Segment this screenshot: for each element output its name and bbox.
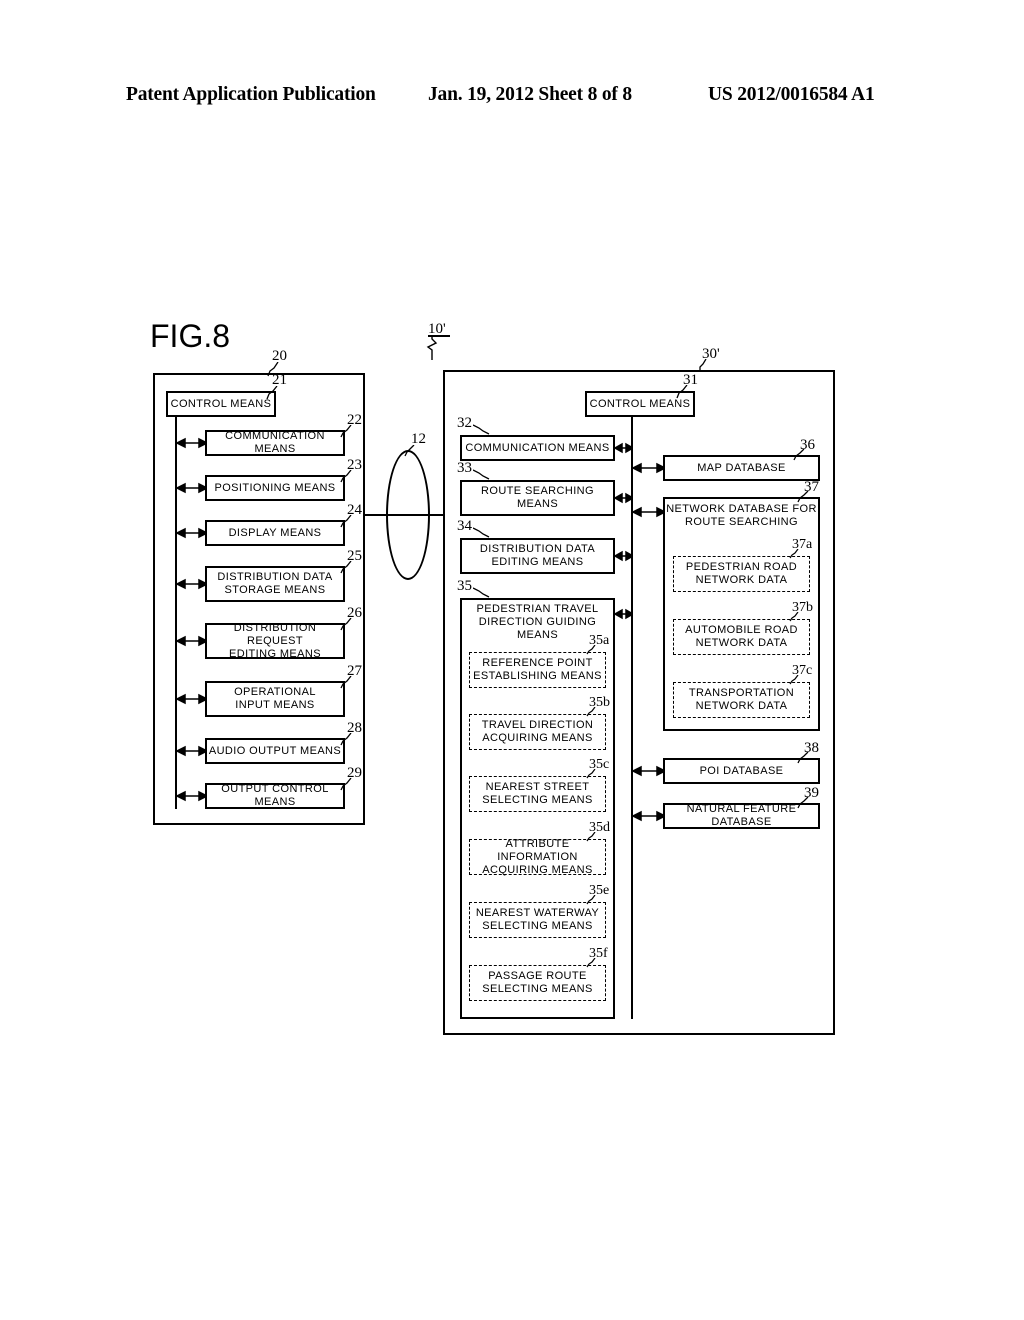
db-transportation-network-data[interactable]: TRANSPORTATION NETWORK DATA <box>673 682 810 718</box>
leader-29 <box>340 778 352 791</box>
leader-38 <box>797 752 809 764</box>
leader-35f <box>586 958 596 968</box>
leader-33 <box>473 469 490 480</box>
leader-23 <box>340 470 352 483</box>
subunit-attribute-information-acquiring-means[interactable]: ATTRIBUTE INFORMATION ACQUIRING MEANS <box>469 838 606 876</box>
arrow-34 <box>615 550 633 562</box>
leader-system-10 <box>426 336 438 360</box>
page-header: Patent Application Publication Jan. 19, … <box>0 84 1024 118</box>
leader-34 <box>473 527 490 538</box>
unit-route-searching-means[interactable]: ROUTE SEARCHING MEANS <box>460 480 615 516</box>
subunit-travel-direction-acquiring-means[interactable]: TRAVEL DIRECTION ACQUIRING MEANS <box>469 714 606 750</box>
unit-operational-input-means[interactable]: OPERATIONAL INPUT MEANS <box>205 681 345 717</box>
leader-37c <box>789 675 799 685</box>
leader-35b <box>586 707 596 717</box>
leader-26 <box>340 618 352 631</box>
header-publication: Patent Application Publication <box>126 84 376 105</box>
leader-25 <box>340 561 352 574</box>
arrow-33 <box>615 492 633 504</box>
arrow-26 <box>177 635 207 647</box>
figure-label: FIG.8 <box>150 318 231 354</box>
ref-33: 33 <box>457 460 472 476</box>
arrow-28 <box>177 745 207 757</box>
unit-communication-means-terminal[interactable]: COMMUNICATION MEANS <box>205 430 345 456</box>
leader-28 <box>340 733 352 746</box>
leader-35 <box>473 587 490 598</box>
subunit-reference-point-establishing-means[interactable]: REFERENCE POINT ESTABLISHING MEANS <box>469 652 606 688</box>
unit-audio-output-means[interactable]: AUDIO OUTPUT MEANS <box>205 738 345 764</box>
unit-distribution-data-editing-means[interactable]: DISTRIBUTION DATA EDITING MEANS <box>460 538 615 574</box>
subunit-nearest-waterway-selecting-means[interactable]: NEAREST WATERWAY SELECTING MEANS <box>469 902 606 938</box>
unit-communication-means-server[interactable]: COMMUNICATION MEANS <box>460 435 615 461</box>
arrow-35 <box>615 608 633 620</box>
leader-35a <box>586 645 596 655</box>
leader-37a <box>789 549 799 559</box>
ref-system-underline <box>419 335 420 336</box>
unit-positioning-means[interactable]: POSITIONING MEANS <box>205 475 345 501</box>
unit-distribution-data-storage-means[interactable]: DISTRIBUTION DATA STORAGE MEANS <box>205 566 345 602</box>
arrow-22 <box>177 437 207 449</box>
ref-34: 34 <box>457 518 472 534</box>
leader-24 <box>340 515 352 528</box>
arrow-37 <box>633 506 665 518</box>
arrow-38 <box>633 765 665 777</box>
control-means-terminal[interactable]: CONTROL MEANS <box>166 391 276 417</box>
leader-22 <box>340 425 352 438</box>
subunit-passage-route-selecting-means[interactable]: PASSAGE ROUTE SELECTING MEANS <box>469 965 606 1001</box>
header-patent-number: US 2012/0016584 A1 <box>708 84 875 105</box>
unit-distribution-request-editing-means[interactable]: DISTRIBUTION REQUEST EDITING MEANS <box>205 622 345 660</box>
leader-35c <box>586 769 596 779</box>
leader-control-31 <box>676 385 688 399</box>
leader-39 <box>797 797 809 809</box>
ref-32: 32 <box>457 415 472 431</box>
leader-35d <box>586 832 596 842</box>
arrow-23 <box>177 482 207 494</box>
arrow-39 <box>633 810 665 822</box>
db-network-database-title: NETWORK DATABASE FOR ROUTE SEARCHING <box>666 503 817 528</box>
leader-36 <box>793 449 805 461</box>
leader-network-12 <box>404 445 415 457</box>
subunit-nearest-street-selecting-means[interactable]: NEAREST STREET SELECTING MEANS <box>469 776 606 812</box>
unit-display-means[interactable]: DISPLAY MEANS <box>205 520 345 546</box>
leader-37b <box>789 612 799 622</box>
network-cloud-ellipse <box>386 450 430 580</box>
arrow-27 <box>177 693 207 705</box>
arrow-25 <box>177 578 207 590</box>
arrow-29 <box>177 790 207 802</box>
system-ref-underline <box>428 335 450 337</box>
header-date-sheet: Jan. 19, 2012 Sheet 8 of 8 <box>428 84 632 105</box>
leader-control-21 <box>266 386 278 400</box>
leader-27 <box>340 676 352 689</box>
unit-output-control-means[interactable]: OUTPUT CONTROL MEANS <box>205 783 345 809</box>
leader-37 <box>797 491 809 503</box>
arrow-36 <box>633 462 665 474</box>
arrow-32 <box>615 442 633 454</box>
leader-32 <box>473 424 490 435</box>
db-pedestrian-road-network-data[interactable]: PEDESTRIAN ROAD NETWORK DATA <box>673 556 810 592</box>
ref-35: 35 <box>457 578 472 594</box>
arrow-24 <box>177 527 207 539</box>
db-automobile-road-network-data[interactable]: AUTOMOBILE ROAD NETWORK DATA <box>673 619 810 655</box>
leader-35e <box>586 895 596 905</box>
leader-server-30 <box>699 359 707 372</box>
